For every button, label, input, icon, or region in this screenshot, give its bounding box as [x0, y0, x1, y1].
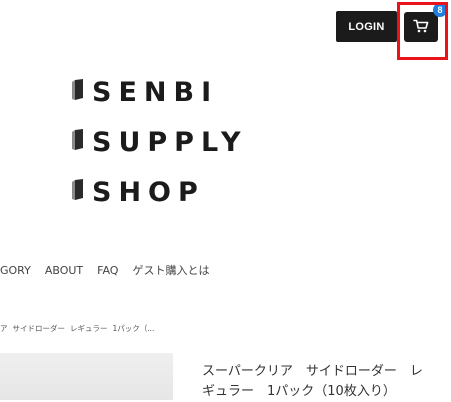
nav-item-category[interactable]: GORY [0, 264, 31, 277]
logo-text: SUPPLY [92, 126, 248, 158]
nav-item-faq[interactable]: FAQ [97, 264, 118, 277]
breadcrumb-item[interactable]: ア [0, 323, 8, 334]
logo-text: SHOP [92, 176, 205, 208]
breadcrumb-item[interactable]: サイドローダー [13, 323, 66, 334]
logo-text: SENBI [92, 76, 219, 108]
logo-line-senbi[interactable]: SENBI [72, 76, 218, 108]
product-title: スーパークリア サイドローダー レ ギュラー 1パック（10枚入り） [202, 362, 447, 402]
block-icon [72, 179, 84, 205]
cart-icon [413, 18, 429, 37]
block-icon [72, 79, 84, 105]
breadcrumb: ア サイドローダー レギュラー 1パック（... [0, 322, 159, 334]
product-image[interactable] [0, 353, 173, 400]
main-nav: GORY ABOUT FAQ ゲスト購入とは [0, 262, 223, 278]
cart-count-badge: 8 [433, 3, 447, 17]
product-title-line: スーパークリア サイドローダー レ [202, 364, 423, 379]
cart-button[interactable] [404, 12, 438, 42]
logo-line-shop[interactable]: SHOP [72, 176, 205, 208]
block-icon [72, 129, 84, 155]
logo-line-supply[interactable]: SUPPLY [72, 126, 248, 158]
breadcrumb-item[interactable]: レギュラー [70, 323, 108, 334]
breadcrumb-item-current: 1パック（... [112, 323, 155, 333]
product-title-line: ギュラー 1パック（10枚入り） [202, 384, 396, 399]
login-button[interactable]: LOGIN [336, 11, 397, 42]
nav-item-guest-purchase[interactable]: ゲスト購入とは [132, 262, 209, 278]
nav-item-about[interactable]: ABOUT [45, 264, 83, 277]
